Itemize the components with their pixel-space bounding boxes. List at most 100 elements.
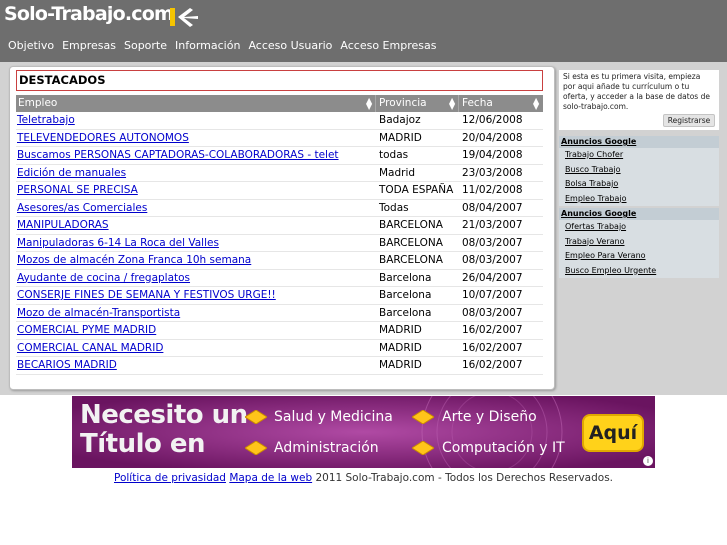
banner-option[interactable]: Administración [274, 440, 379, 456]
sort-icon[interactable]: ▲ ▼ [449, 97, 455, 111]
nav-informacion[interactable]: Información [175, 39, 240, 52]
job-province: TODA ESPAÑA [379, 184, 454, 196]
job-date: 10/07/2007 [462, 289, 523, 301]
job-province: MADRID [379, 341, 422, 354]
job-title-link[interactable]: Edición de manuales [17, 167, 126, 179]
banner-option[interactable]: Salud y Medicina [274, 409, 393, 425]
ad-link[interactable]: Busco Empleo Urgente [559, 264, 719, 279]
job-title-link[interactable]: Buscamos PERSONAS CAPTADORAS-COLABORADOR… [17, 149, 339, 161]
job-title-link[interactable]: Manipuladoras 6-14 La Roca del Valles [17, 237, 219, 249]
ad-link[interactable]: Bolsa Trabajo [559, 177, 719, 192]
sitemap-link[interactable]: Mapa de la web [229, 472, 312, 484]
logo-mark-icon [170, 8, 198, 27]
table-row: BECARIOS MADRID MADRID 16/02/2007 [16, 357, 543, 375]
job-province: MADRID [379, 359, 422, 371]
diamond-icon [245, 410, 267, 424]
ad-link[interactable]: Trabajo Chofer [559, 148, 719, 163]
ad-link[interactable]: Empleo Para Verano [559, 249, 719, 264]
table-row: Buscamos PERSONAS CAPTADORAS-COLABORADOR… [16, 147, 543, 165]
table-header: Empleo ▲ ▼ Provincia ▲ ▼ Fecha ▲ ▼ [16, 95, 543, 112]
job-title-link[interactable]: Asesores/as Comerciales [17, 202, 147, 214]
job-date: 26/04/2007 [462, 271, 523, 284]
nav-soporte[interactable]: Soporte [124, 39, 167, 52]
job-title-link[interactable]: CONSERJE FINES DE SEMANA Y FESTIVOS URGE… [17, 289, 276, 301]
column-divider [458, 95, 459, 112]
job-province: MADRID [379, 324, 422, 336]
job-date: 08/03/2007 [462, 254, 523, 266]
site-header: Solo-Trabajo.com Objetivo Empresas Sopor… [0, 0, 727, 62]
job-title-link[interactable]: Mozo de almacén-Transportista [17, 307, 180, 319]
ad-link[interactable]: Trabajo Verano [559, 235, 719, 250]
job-date: 23/03/2008 [462, 166, 523, 179]
register-button[interactable]: Registrarse [663, 114, 715, 127]
job-date: 08/04/2007 [462, 201, 523, 214]
table-row: Ayudante de cocina / fregaplatos Barcelon… [16, 270, 543, 287]
column-divider [375, 95, 376, 112]
banner-option[interactable]: Computación y IT [442, 440, 565, 456]
banner-cta-button[interactable]: Aquí [582, 414, 644, 452]
nav-acceso-usuario[interactable]: Acceso Usuario [248, 39, 332, 52]
job-title-link[interactable]: BECARIOS MADRID [17, 359, 117, 371]
banner-option[interactable]: Arte y Diseño [442, 409, 537, 425]
copyright-text: 2011 Solo-Trabajo.com - Todos los Derech… [315, 472, 613, 484]
ads-box-1: Anuncios Google Trabajo Chofer Busco Tra… [559, 136, 719, 206]
column-header-empleo[interactable]: Empleo [18, 95, 57, 112]
nav-acceso-empresas[interactable]: Acceso Empresas [340, 39, 436, 52]
job-title-link[interactable]: COMERCIAL PYME MADRID [17, 324, 156, 336]
table-row: MANIPULADORAS BARCELONA 21/03/2007 [16, 217, 543, 235]
site-logo[interactable]: Solo-Trabajo.com [4, 3, 174, 25]
job-title-link[interactable]: Mozos de almacén Zona Franca 10h semana [17, 254, 251, 266]
page: Solo-Trabajo.com Objetivo Empresas Sopor… [0, 0, 727, 545]
site-footer: Política de privasidad Mapa de la web 20… [0, 472, 727, 484]
table-row: Asesores/as Comerciales Todas 08/04/2007 [16, 200, 543, 217]
banner-headline-2: Título en [80, 429, 206, 459]
table-row: TELEVENDEDORES AUTONOMOS MADRID 20/04/2008 [16, 130, 543, 147]
table-row: COMERCIAL PYME MADRID MADRID 16/02/2007 [16, 322, 543, 340]
job-date: 12/06/2008 [462, 114, 523, 126]
column-header-fecha[interactable]: Fecha [462, 95, 493, 112]
ad-link[interactable]: Ofertas Trabajo [559, 220, 719, 235]
job-province: todas [379, 149, 409, 161]
job-title-link[interactable]: Ayudante de cocina / fregaplatos [17, 272, 190, 284]
job-title-link[interactable]: COMERCIAL CANAL MADRID [17, 342, 163, 354]
ad-link[interactable]: Empleo Trabajo [559, 192, 719, 207]
job-date: 21/03/2007 [462, 219, 523, 231]
job-date: 20/04/2008 [462, 131, 523, 144]
table-row: Manipuladoras 6-14 La Roca del Valles BAR… [16, 235, 543, 252]
job-province: BARCELONA [379, 254, 443, 266]
job-title-link[interactable]: Teletrabajo [17, 114, 75, 126]
column-header-provincia[interactable]: Provincia [379, 95, 427, 112]
table-row: PERSONAL SE PRECISA TODA ESPAÑA 11/02/2008 [16, 182, 543, 200]
job-province: Barcelona [379, 289, 432, 301]
diamond-icon [245, 441, 267, 455]
ad-info-icon[interactable]: i [643, 456, 653, 466]
nav-empresas[interactable]: Empresas [62, 39, 116, 52]
job-date: 08/03/2007 [462, 306, 523, 319]
table-row: Mozo de almacén-Transportista Barcelona 08… [16, 305, 543, 322]
ads-box-2: Anuncios Google Ofertas Trabajo Trabajo … [559, 208, 719, 278]
sort-icon[interactable]: ▲ ▼ [533, 97, 539, 111]
job-title-link[interactable]: TELEVENDEDORES AUTONOMOS [17, 132, 189, 144]
table-row: Mozos de almacén Zona Franca 10h semana B… [16, 252, 543, 270]
ads-title[interactable]: Anuncios Google [559, 208, 719, 220]
job-province: Barcelona [379, 306, 432, 319]
main-nav: Objetivo Empresas Soporte Información Ac… [8, 39, 436, 52]
diamond-icon [412, 410, 434, 424]
ad-link[interactable]: Busco Trabajo [559, 163, 719, 178]
ad-banner[interactable]: Necesito un Título en Salud y Medicina A… [72, 396, 655, 468]
job-province: Madrid [379, 166, 416, 179]
ads-title[interactable]: Anuncios Google [559, 136, 719, 148]
job-title-link[interactable]: PERSONAL SE PRECISA [17, 184, 138, 196]
job-date: 19/04/2008 [462, 149, 523, 161]
section-title: DESTACADOS [19, 73, 106, 87]
job-date: 16/02/2007 [462, 341, 523, 354]
nav-objetivo[interactable]: Objetivo [8, 39, 54, 52]
job-date: 16/02/2007 [462, 359, 523, 371]
job-title-link[interactable]: MANIPULADORAS [17, 219, 109, 231]
privacy-link[interactable]: Política de privasidad [114, 472, 226, 484]
sort-icon[interactable]: ▲ ▼ [366, 97, 372, 111]
job-province: BARCELONA [379, 236, 443, 249]
table-row: CONSERJE FINES DE SEMANA Y FESTIVOS URGE… [16, 287, 543, 305]
welcome-text: Si esta es tu primera visita, empieza po… [563, 72, 710, 111]
job-date: 11/02/2008 [462, 184, 523, 196]
